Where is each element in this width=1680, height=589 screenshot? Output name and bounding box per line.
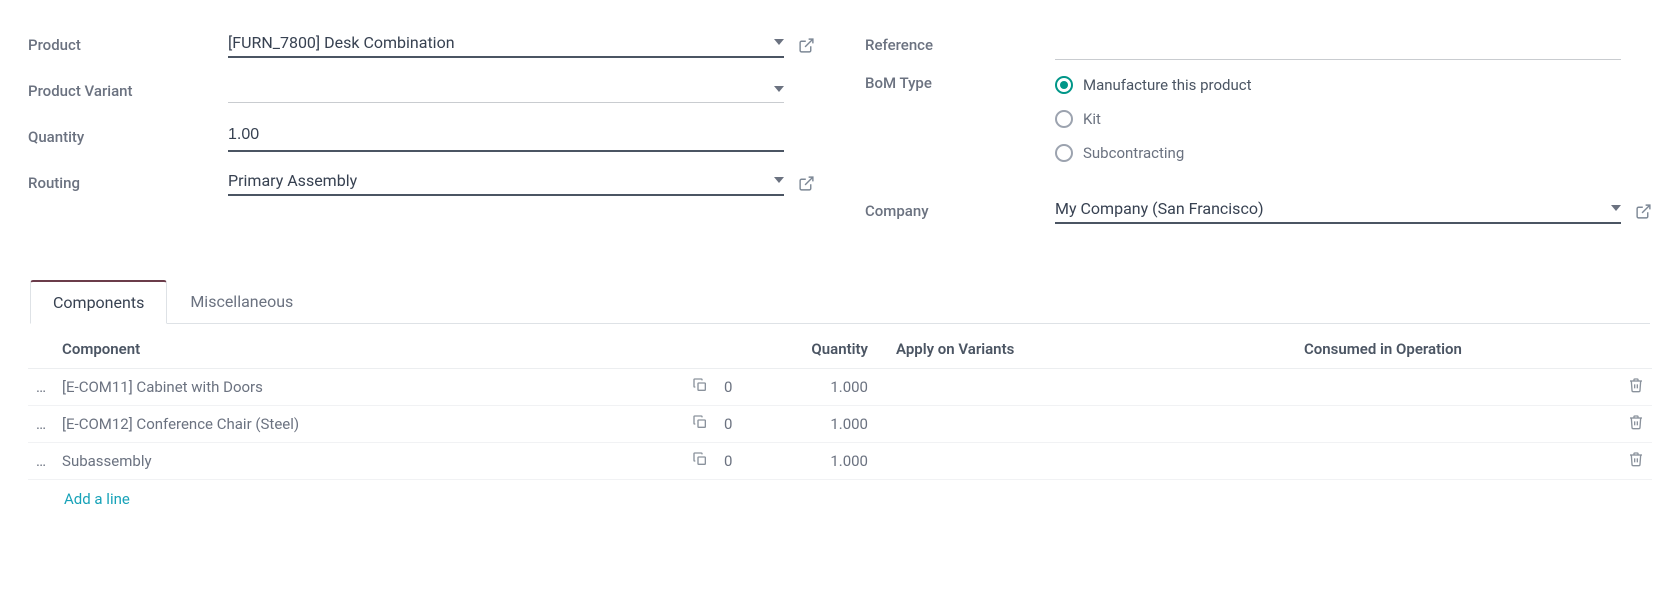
form-right-column: Reference BoM Type Manufacture this prod…: [865, 28, 1652, 240]
external-link-icon[interactable]: [798, 175, 815, 192]
product-variant-row: Product Variant: [28, 74, 815, 108]
tab-components[interactable]: Components: [30, 280, 167, 324]
col-apply-variants: Apply on Variants: [876, 330, 1296, 369]
radio-icon: [1055, 144, 1073, 162]
product-value-wrap: [FURN_7800] Desk Combination: [228, 33, 815, 58]
quantity-input[interactable]: [228, 122, 784, 152]
table-row[interactable]: … Subassembly 0 1.000: [28, 443, 1652, 480]
bom-type-option-label: Subcontracting: [1083, 144, 1184, 162]
bom-type-option-kit[interactable]: Kit: [1055, 110, 1252, 128]
col-consumed: Consumed in Operation: [1296, 330, 1616, 369]
cell-consumed: [1296, 369, 1616, 406]
bom-type-option-subcontracting[interactable]: Subcontracting: [1055, 144, 1252, 162]
cell-count: 0: [716, 443, 746, 480]
bom-type-radio-group: Manufacture this product Kit Subcontract…: [1055, 74, 1252, 162]
tab-miscellaneous[interactable]: Miscellaneous: [167, 280, 316, 324]
form-left-column: Product [FURN_7800] Desk Combination Pro…: [28, 28, 815, 240]
company-label: Company: [865, 202, 1055, 220]
external-link-icon[interactable]: [1635, 203, 1652, 220]
company-row: Company My Company (San Francisco): [865, 194, 1652, 228]
routing-value-wrap: Primary Assembly: [228, 171, 815, 196]
bom-type-option-label: Manufacture this product: [1083, 76, 1252, 94]
reference-input[interactable]: [1055, 31, 1621, 60]
cell-component: [E-COM11] Cabinet with Doors: [54, 369, 684, 406]
cell-component: [E-COM12] Conference Chair (Steel): [54, 406, 684, 443]
cell-apply-variants: [876, 443, 1296, 480]
chevron-down-icon: [774, 177, 784, 183]
radio-icon: [1055, 76, 1073, 94]
cell-quantity: 1.000: [746, 369, 876, 406]
cell-count: 0: [716, 369, 746, 406]
company-dropdown[interactable]: My Company (San Francisco): [1055, 199, 1621, 224]
table-row[interactable]: … [E-COM12] Conference Chair (Steel) 0 1…: [28, 406, 1652, 443]
tabs: Components Miscellaneous: [30, 280, 1650, 324]
copy-icon[interactable]: [692, 414, 708, 430]
drag-handle-icon[interactable]: …: [28, 369, 54, 406]
routing-label: Routing: [28, 174, 228, 192]
copy-icon[interactable]: [692, 451, 708, 467]
product-dropdown[interactable]: [FURN_7800] Desk Combination: [228, 33, 784, 58]
quantity-value-wrap: [228, 122, 815, 152]
product-variant-label: Product Variant: [28, 82, 228, 100]
company-value: My Company (San Francisco): [1055, 199, 1605, 218]
product-variant-value-wrap: [228, 80, 815, 103]
cell-consumed: [1296, 406, 1616, 443]
cell-count: 0: [716, 406, 746, 443]
reference-value-wrap: [1055, 31, 1652, 60]
bom-type-option-manufacture[interactable]: Manufacture this product: [1055, 76, 1252, 94]
chevron-down-icon: [1611, 205, 1621, 211]
cell-consumed: [1296, 443, 1616, 480]
trash-icon[interactable]: [1628, 451, 1644, 467]
drag-handle-icon[interactable]: …: [28, 443, 54, 480]
routing-row: Routing Primary Assembly: [28, 166, 815, 200]
cell-quantity: 1.000: [746, 406, 876, 443]
product-variant-value: [228, 80, 768, 98]
product-value: [FURN_7800] Desk Combination: [228, 33, 768, 52]
bom-type-label: BoM Type: [865, 74, 1055, 92]
table-row[interactable]: … [E-COM11] Cabinet with Doors 0 1.000: [28, 369, 1652, 406]
cell-quantity: 1.000: [746, 443, 876, 480]
cell-apply-variants: [876, 369, 1296, 406]
add-line-button[interactable]: Add a line: [28, 480, 1652, 512]
product-label: Product: [28, 36, 228, 54]
bom-type-row: BoM Type Manufacture this product Kit Su…: [865, 74, 1652, 162]
product-variant-dropdown[interactable]: [228, 80, 784, 103]
col-component: Component: [54, 330, 684, 369]
external-link-icon[interactable]: [798, 37, 815, 54]
quantity-label: Quantity: [28, 128, 228, 146]
trash-icon[interactable]: [1628, 414, 1644, 430]
components-table: Component Quantity Apply on Variants Con…: [28, 330, 1652, 480]
reference-label: Reference: [865, 36, 1055, 54]
chevron-down-icon: [774, 86, 784, 92]
company-value-wrap: My Company (San Francisco): [1055, 199, 1652, 224]
trash-icon[interactable]: [1628, 377, 1644, 393]
cell-apply-variants: [876, 406, 1296, 443]
drag-handle-icon[interactable]: …: [28, 406, 54, 443]
radio-icon: [1055, 110, 1073, 128]
routing-value: Primary Assembly: [228, 171, 768, 190]
chevron-down-icon: [774, 39, 784, 45]
reference-row: Reference: [865, 28, 1652, 62]
form-top: Product [FURN_7800] Desk Combination Pro…: [28, 28, 1652, 240]
product-row: Product [FURN_7800] Desk Combination: [28, 28, 815, 62]
bom-type-option-label: Kit: [1083, 110, 1101, 128]
cell-component: Subassembly: [54, 443, 684, 480]
quantity-row: Quantity: [28, 120, 815, 154]
routing-dropdown[interactable]: Primary Assembly: [228, 171, 784, 196]
col-quantity: Quantity: [746, 330, 876, 369]
copy-icon[interactable]: [692, 377, 708, 393]
